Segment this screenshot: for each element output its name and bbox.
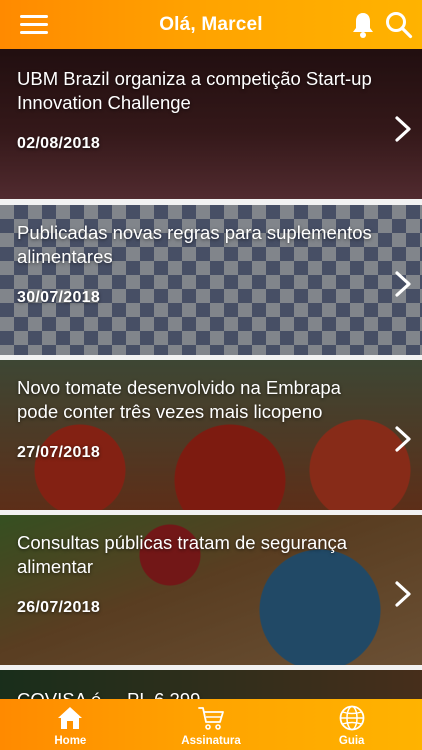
news-headline: UBM Brazil organiza a competição Start-u… [17,68,372,113]
tab-guia[interactable]: Guia [281,699,422,750]
chevron-right-icon[interactable] [393,115,413,143]
tab-label: Guia [338,735,365,747]
bell-icon [353,13,373,38]
hamburger-menu-icon [20,15,48,18]
cart-icon [198,707,224,730]
news-date: 27/07/2018 [17,444,101,461]
news-headline: Publicadas novas regras para suplementos… [17,222,372,267]
globe-icon [339,705,365,731]
news-card[interactable]: Consultas públicas tratam de segurança a… [0,515,422,665]
tab-assinatura[interactable]: Assinatura [141,699,282,750]
news-card[interactable]: UBM Brazil organiza a competição Start-u… [0,49,422,199]
news-card[interactable]: Publicadas novas regras para suplementos… [0,205,422,355]
menu-button[interactable] [20,15,48,35]
chevron-right-icon[interactable] [393,270,413,298]
news-card[interactable]: COVISA é ... PL 6.299 [0,670,422,699]
tab-label: Home [54,735,87,747]
news-date: 02/08/2018 [17,135,101,152]
news-headline: Novo tomate desenvolvido na Embrapa pode… [17,377,341,422]
tab-home[interactable]: Home [0,699,141,750]
home-icon [58,707,83,729]
page-title: Olá, Marcel [159,13,263,35]
tab-label: Assinatura [181,735,241,747]
search-icon [386,12,413,39]
search-button[interactable] [385,11,413,39]
news-headline: Consultas públicas tratam de segurança a… [17,532,348,577]
bottom-tab-bar: Home Assinatura Guia [0,699,422,750]
chevron-right-icon[interactable] [393,425,413,453]
notifications-button[interactable] [351,11,375,39]
news-date: 30/07/2018 [17,289,101,306]
app-header: Olá, Marcel [0,0,422,49]
chevron-right-icon[interactable] [393,580,413,608]
news-feed[interactable]: UBM Brazil organiza a competição Start-u… [0,49,422,699]
news-date: 26/07/2018 [17,599,101,616]
news-headline: COVISA é ... PL 6.299 [17,688,387,699]
news-card[interactable]: Novo tomate desenvolvido na Embrapa pode… [0,360,422,510]
